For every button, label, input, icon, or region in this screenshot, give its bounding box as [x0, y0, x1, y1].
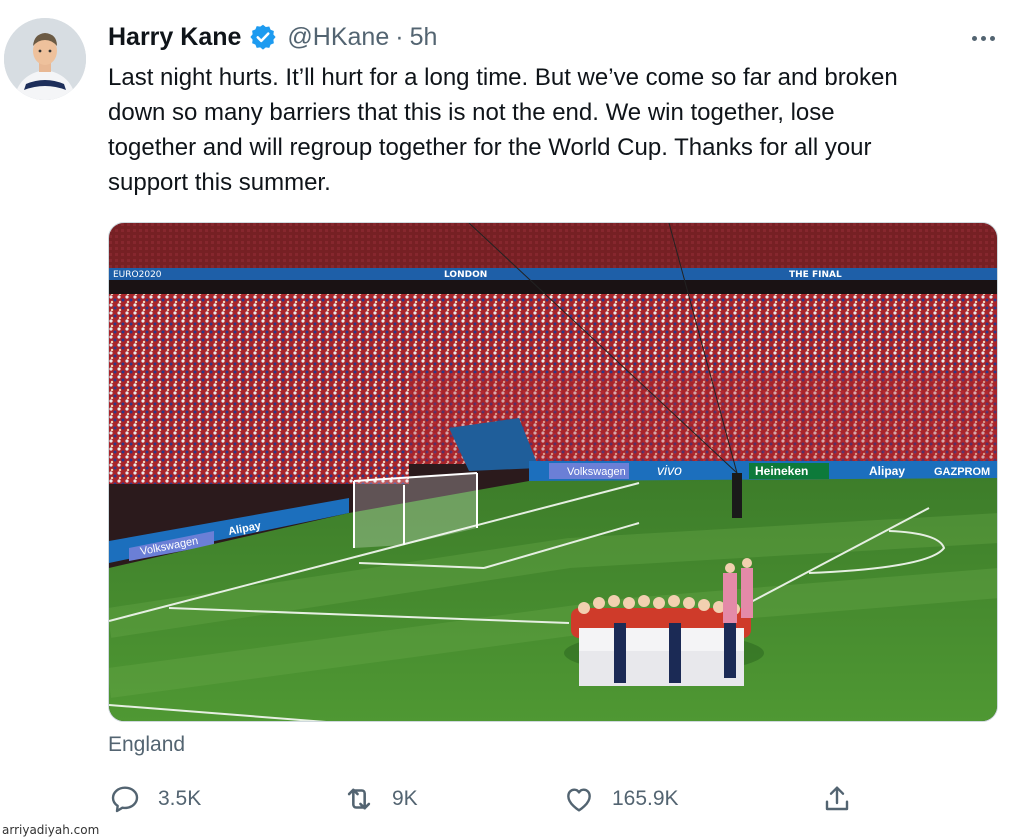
retweet-count: 9K [392, 787, 418, 810]
heart-icon [562, 782, 596, 816]
board-volkswagen-far: Volkswagen [567, 466, 626, 478]
board-gazprom: GAZPROM [934, 466, 990, 478]
banner-center: LONDON [444, 270, 487, 280]
reply-count: 3.5K [158, 787, 202, 810]
author-name[interactable]: Harry Kane [108, 23, 241, 52]
more-options-icon[interactable] [966, 24, 1000, 52]
tweet-card: Harry Kane @HKane · 5h Last night hurts.… [0, 0, 1024, 839]
like-count: 165.9K [612, 787, 679, 810]
banner-right: THE FINAL [789, 270, 842, 280]
avatar[interactable] [4, 18, 86, 100]
like-button[interactable]: 165.9K [562, 780, 679, 818]
verified-badge-icon [249, 23, 277, 51]
board-alipay-far: Alipay [869, 464, 905, 478]
retweet-icon [342, 782, 376, 816]
tweet-photo[interactable]: EURO2020 LONDON THE FINAL Volkswagen viv… [108, 222, 998, 722]
player-avatar-icon [4, 18, 86, 100]
share-button[interactable] [820, 780, 854, 818]
tweet-header: Harry Kane @HKane · 5h [108, 22, 437, 52]
separator-dot: · [395, 22, 404, 51]
banner-left: EURO2020 [113, 270, 162, 280]
retweet-button[interactable]: 9K [342, 780, 418, 818]
watermark: arriyadiyah.com [2, 823, 100, 837]
reply-icon [108, 782, 142, 816]
share-icon [820, 782, 854, 816]
stadium-photo: EURO2020 LONDON THE FINAL Volkswagen viv… [109, 223, 997, 721]
board-heineken: Heineken [755, 464, 808, 478]
author-handle[interactable]: @HKane [287, 23, 389, 52]
reply-button[interactable]: 3.5K [108, 780, 201, 818]
tweet-text: Last night hurts. It’ll hurt for a long … [108, 64, 898, 196]
timestamp[interactable]: 5h [410, 23, 438, 52]
action-bar: 3.5K 9K 165.9K [108, 780, 888, 820]
board-vivo: vivo [657, 462, 682, 478]
location-label[interactable]: England [108, 733, 185, 757]
